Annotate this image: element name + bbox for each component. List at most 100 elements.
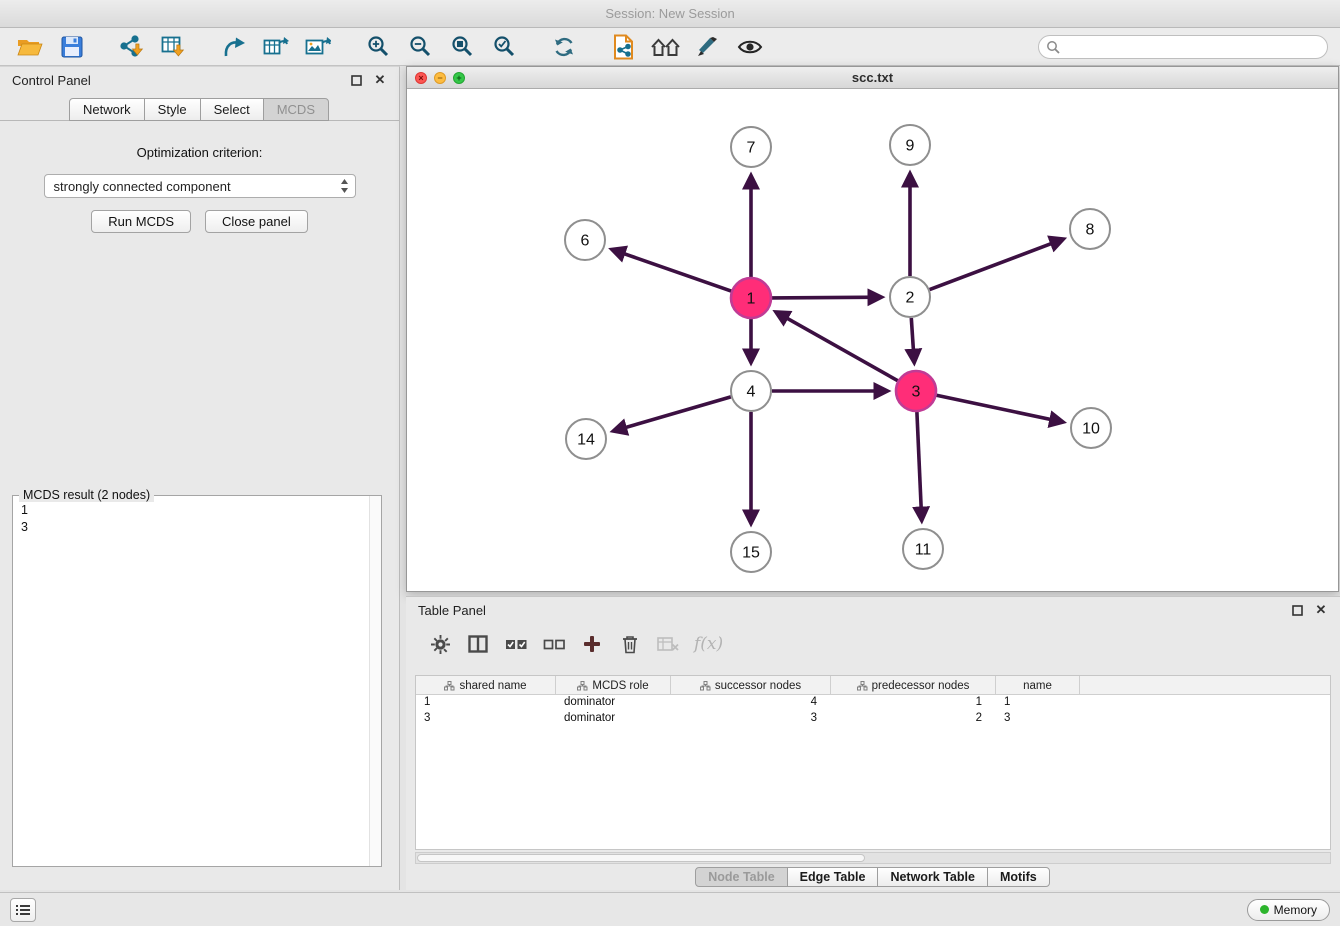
dropdown-value: strongly connected component	[54, 179, 340, 194]
open-folder-icon[interactable]	[12, 31, 48, 63]
graph-edge-2-8[interactable]	[930, 239, 1063, 289]
graph-node-11[interactable]: 11	[903, 529, 943, 569]
column-successor-nodes[interactable]: successor nodes	[671, 676, 831, 695]
run-mcds-button[interactable]: Run MCDS	[91, 210, 191, 233]
show-columns-icon[interactable]	[466, 632, 490, 656]
network-from-selection-icon[interactable]	[606, 31, 642, 63]
tab-node-table[interactable]: Node Table	[695, 867, 787, 887]
tab-edge-table[interactable]: Edge Table	[787, 867, 879, 887]
control-panel-header: Control Panel ✕	[0, 67, 399, 93]
column-shared-name[interactable]: shared name	[416, 676, 556, 695]
close-panel-button[interactable]: Close panel	[205, 210, 308, 233]
table-settings-gear-icon[interactable]	[428, 632, 452, 656]
search-icon	[1046, 40, 1060, 54]
export-network-icon[interactable]	[216, 31, 252, 63]
tab-select[interactable]: Select	[200, 98, 264, 121]
optimization-criterion-dropdown[interactable]: strongly connected component	[44, 174, 356, 198]
node-table: shared name MCDS role successor nodes pr…	[415, 675, 1331, 850]
graph-node-3[interactable]: 3	[896, 371, 936, 411]
tab-motifs[interactable]: Motifs	[987, 867, 1050, 887]
show-hide-eye-icon[interactable]	[732, 31, 768, 63]
add-column-icon[interactable]	[580, 632, 604, 656]
table-cell[interactable]: dominator	[556, 695, 671, 711]
network-window: scc.txt × − + 7968124314101511	[406, 66, 1339, 592]
float-panel-icon[interactable]	[347, 71, 365, 89]
table-cell[interactable]: 2	[831, 711, 996, 727]
graph-node-8[interactable]: 8	[1070, 209, 1110, 249]
svg-text:1: 1	[747, 291, 756, 308]
svg-text:6: 6	[581, 233, 590, 250]
zoom-selected-icon[interactable]	[486, 31, 522, 63]
style-paint-icon[interactable]	[690, 31, 726, 63]
tab-network-table[interactable]: Network Table	[877, 867, 988, 887]
graph-node-1[interactable]: 1	[731, 278, 771, 318]
table-float-panel-icon[interactable]	[1288, 601, 1306, 619]
table-row[interactable]: 3dominator323	[416, 711, 1330, 727]
svg-text:14: 14	[577, 432, 595, 449]
table-cell[interactable]: dominator	[556, 711, 671, 727]
table-cell[interactable]: 3	[996, 711, 1080, 727]
graph-node-2[interactable]: 2	[890, 277, 930, 317]
zoom-fit-icon[interactable]	[444, 31, 480, 63]
export-table-icon[interactable]	[258, 31, 294, 63]
node-table-body: 1dominator4113dominator323	[416, 695, 1330, 727]
svg-text:3: 3	[912, 384, 921, 401]
search-input[interactable]	[1038, 35, 1328, 59]
select-all-icon[interactable]	[504, 632, 528, 656]
table-cell[interactable]: 1	[831, 695, 996, 711]
mcds-result-box: MCDS result (2 nodes) 13	[12, 495, 382, 867]
status-menu-button[interactable]	[10, 898, 36, 922]
tab-mcds[interactable]: MCDS	[263, 98, 329, 121]
delete-column-trash-icon[interactable]	[618, 632, 642, 656]
column-tree-icon	[857, 681, 868, 691]
graph-node-10[interactable]: 10	[1071, 408, 1111, 448]
homes-icon[interactable]	[648, 31, 684, 63]
result-scrollbar[interactable]	[369, 496, 381, 866]
zoom-out-icon[interactable]	[402, 31, 438, 63]
zoom-in-icon[interactable]	[360, 31, 396, 63]
memory-label: Memory	[1274, 903, 1317, 917]
graph-node-6[interactable]: 6	[565, 220, 605, 260]
table-horizontal-scrollbar[interactable]	[415, 852, 1331, 864]
status-bar: Memory	[0, 892, 1340, 926]
close-panel-icon[interactable]: ✕	[371, 71, 389, 89]
column-tree-icon	[444, 681, 455, 691]
graph-edge-1-2[interactable]	[772, 297, 881, 298]
save-icon[interactable]	[54, 31, 90, 63]
graph-node-4[interactable]: 4	[731, 371, 771, 411]
table-tabs: Node Table Edge Table Network Table Moti…	[406, 867, 1340, 887]
mcds-panel-body: Optimization criterion: strongly connect…	[0, 121, 399, 233]
column-mcds-role[interactable]: MCDS role	[556, 676, 671, 695]
import-network-icon[interactable]	[114, 31, 150, 63]
graph-edge-3-1[interactable]	[776, 312, 897, 381]
table-cell[interactable]: 1	[996, 695, 1080, 711]
table-cell[interactable]: 4	[671, 695, 831, 711]
table-close-panel-icon[interactable]: ✕	[1312, 601, 1330, 619]
graph-node-14[interactable]: 14	[566, 419, 606, 459]
graph-edge-3-10[interactable]	[937, 395, 1063, 422]
network-canvas[interactable]: 7 9 6 8 1 2 4 3 14 10 15 11	[407, 89, 1338, 591]
graph-node-9[interactable]: 9	[890, 125, 930, 165]
network-graph: 7 9 6 8 1 2 4 3 14 10 15 11	[407, 89, 1338, 591]
svg-text:8: 8	[1086, 222, 1095, 239]
tab-style[interactable]: Style	[144, 98, 201, 121]
column-name[interactable]: name	[996, 676, 1080, 695]
table-row[interactable]: 1dominator411	[416, 695, 1330, 711]
export-image-icon[interactable]	[300, 31, 336, 63]
deselect-all-icon[interactable]	[542, 632, 566, 656]
import-table-icon[interactable]	[156, 31, 192, 63]
table-cell[interactable]: 3	[671, 711, 831, 727]
graph-edge-1-6[interactable]	[612, 250, 731, 292]
column-predecessor-nodes[interactable]: predecessor nodes	[831, 676, 996, 695]
table-cell[interactable]: 1	[416, 695, 556, 711]
graph-edge-4-14[interactable]	[614, 397, 731, 431]
dropdown-stepper-icon	[340, 178, 349, 194]
tab-network[interactable]: Network	[69, 98, 145, 121]
graph-node-7[interactable]: 7	[731, 127, 771, 167]
refresh-icon[interactable]	[546, 31, 582, 63]
graph-edge-2-3[interactable]	[911, 318, 914, 362]
graph-edge-3-11[interactable]	[917, 412, 922, 520]
table-cell[interactable]: 3	[416, 711, 556, 727]
memory-button[interactable]: Memory	[1247, 899, 1330, 921]
graph-node-15[interactable]: 15	[731, 532, 771, 572]
